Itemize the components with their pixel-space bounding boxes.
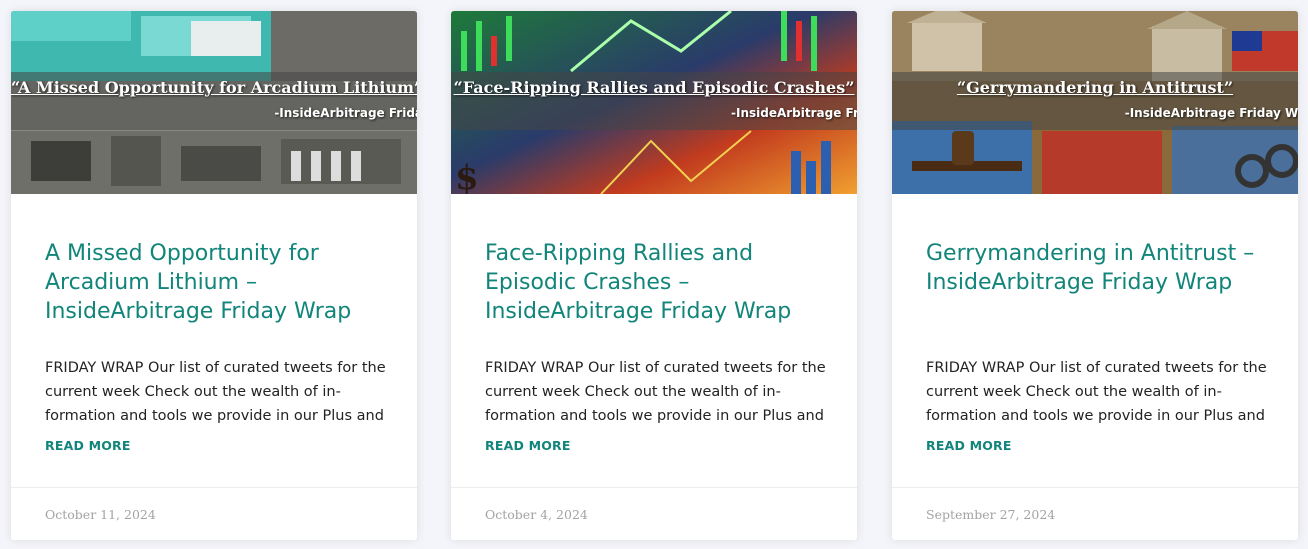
thumbnail-banner: “Gerrymandering in Antitrust” -InsideArb… <box>892 72 1298 130</box>
thumbnail-banner: “A Missed Opportunity for Arcadium Lithi… <box>11 72 417 130</box>
thumbnail-quote: “Face-Ripping Rallies and Episodic Crash… <box>453 78 855 97</box>
post-title-link[interactable]: Gerrymandering in Antitrust – InsideArbi… <box>926 239 1276 297</box>
post-thumbnail[interactable]: “A Missed Opportunity for Arcadium Lithi… <box>11 11 417 194</box>
card-divider <box>451 487 857 488</box>
post-excerpt: FRIDAY WRAP Our list of curated tweets f… <box>926 360 1267 424</box>
read-more-link[interactable]: READ MORE <box>926 438 1012 453</box>
thumbnail-source: -InsideArbitrage Fri <box>731 106 857 120</box>
post-date: September 27, 2024 <box>926 507 1056 522</box>
post-date: October 4, 2024 <box>485 507 588 522</box>
read-more-link[interactable]: READ MORE <box>485 438 571 453</box>
post-title-link[interactable]: A Missed Opportunity for Arcadium Lithiu… <box>45 239 395 326</box>
thumbnail-quote: “A Missed Opportunity for Arcadium Lithi… <box>11 78 417 97</box>
thumbnail-source: -InsideArbitrage Frida <box>274 106 417 120</box>
post-thumbnail[interactable]: $ “Face-Ripping Rallies and Episodic Cra… <box>451 11 857 194</box>
svg-text:$: $ <box>455 158 479 194</box>
post-card: “Gerrymandering in Antitrust” -InsideArb… <box>892 11 1298 540</box>
post-thumbnail[interactable]: “Gerrymandering in Antitrust” -InsideArb… <box>892 11 1298 194</box>
card-divider <box>892 487 1298 488</box>
thumbnail-source: -InsideArbitrage Friday Wr <box>1124 106 1298 120</box>
post-date: October 11, 2024 <box>45 507 156 522</box>
post-title-link[interactable]: Face-Ripping Rallies and Episodic Crashe… <box>485 239 835 326</box>
card-divider <box>11 487 417 488</box>
post-card: $ “Face-Ripping Rallies and Episodic Cra… <box>451 11 857 540</box>
post-excerpt: FRIDAY WRAP Our list of curated tweets f… <box>45 360 386 424</box>
thumbnail-quote: “Gerrymandering in Antitrust” <box>956 78 1234 97</box>
post-card: “A Missed Opportunity for Arcadium Lithi… <box>11 11 417 540</box>
read-more-link[interactable]: READ MORE <box>45 438 131 453</box>
thumbnail-banner: “Face-Ripping Rallies and Episodic Crash… <box>451 72 857 130</box>
post-excerpt: FRIDAY WRAP Our list of curated tweets f… <box>485 360 826 424</box>
